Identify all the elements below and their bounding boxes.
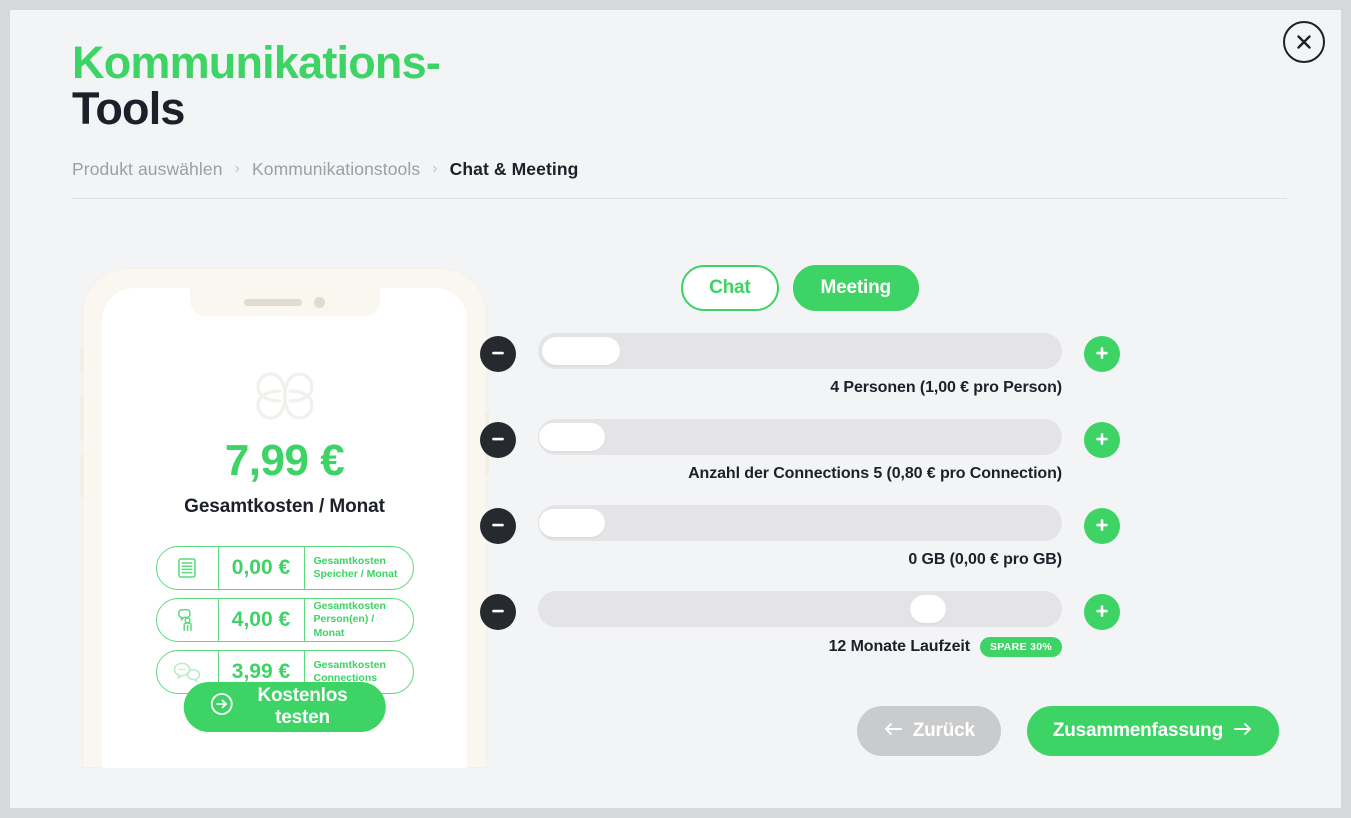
- breadcrumb: Produkt auswählen › Kommunikationstools …: [72, 159, 1287, 180]
- clover-logo-icon: [249, 360, 321, 437]
- cost-value-storage: 0,00 €: [219, 547, 305, 589]
- phone-mute-switch: [80, 346, 84, 372]
- slider-thumb-persons[interactable]: [542, 337, 620, 365]
- minus-circle-icon: [489, 430, 507, 451]
- phone-notch: [189, 288, 380, 316]
- slider-storage: 0 GB (0,00 € pro GB): [538, 505, 1062, 569]
- arrow-right-circle-icon: [209, 692, 233, 722]
- server-storage-icon: [157, 547, 219, 589]
- header: Kommunikations- Tools Produkt auswählen …: [72, 37, 1287, 180]
- discount-badge: SPARE 30%: [979, 637, 1062, 657]
- arrow-left-icon: [883, 720, 903, 742]
- app-panel: Kommunikations- Tools Produkt auswählen …: [10, 10, 1341, 808]
- phone-speaker: [244, 298, 302, 306]
- cost-label-storage-line2: Speicher / Monat: [313, 568, 398, 580]
- phone-volume-up: [80, 396, 84, 440]
- decrement-connections-button[interactable]: [480, 422, 516, 458]
- arrow-right-icon: [1233, 720, 1253, 742]
- breadcrumb-item-kommunikationstools[interactable]: Kommunikationstools: [252, 159, 420, 180]
- increment-connections-button[interactable]: [1084, 422, 1120, 458]
- breadcrumb-item-chat-meeting: Chat & Meeting: [449, 158, 579, 179]
- slider-caption-term-text: 12 Monate Laufzeit: [828, 638, 970, 655]
- person-speech-icon: [157, 599, 219, 641]
- slider-caption-storage: 0 GB (0,00 € pro GB): [538, 551, 1062, 569]
- header-divider: [72, 198, 1287, 199]
- slider-track-connections[interactable]: [538, 419, 1062, 455]
- free-trial-label: Kostenlos testen: [257, 685, 348, 728]
- increment-storage-button[interactable]: [1084, 508, 1120, 544]
- slider-caption-term: 12 Monate Laufzeit SPARE 30%: [538, 637, 1062, 657]
- tab-chat-label: Chat: [709, 277, 751, 298]
- slider-track-storage[interactable]: [538, 505, 1062, 541]
- chevron-right-icon: ›: [234, 160, 240, 178]
- minus-circle-icon: [489, 516, 507, 537]
- decrement-term-button[interactable]: [480, 594, 516, 630]
- page-title-rest: Tools: [72, 83, 185, 135]
- phone-frame: 7,99 € Gesamtkosten / Monat 0,00 € Gesam…: [80, 268, 489, 768]
- plus-circle-icon: [1093, 344, 1111, 365]
- plus-circle-icon: [1093, 602, 1111, 623]
- cost-row-storage: 0,00 € Gesamtkosten Speicher / Monat: [155, 546, 414, 590]
- decrement-storage-button[interactable]: [480, 508, 516, 544]
- plus-circle-icon: [1093, 430, 1111, 451]
- slider-term: 12 Monate Laufzeit SPARE 30%: [538, 591, 1062, 657]
- phone-preview: 7,99 € Gesamtkosten / Monat 0,00 € Gesam…: [80, 268, 489, 768]
- slider-persons: 4 Personen (1,00 € pro Person): [538, 333, 1062, 397]
- phone-camera: [314, 296, 325, 308]
- total-price-caption: Gesamtkosten / Monat: [184, 496, 385, 517]
- cost-label-persons: Gesamtkosten Person(en) / Monat: [305, 599, 413, 641]
- mode-toggle-group: Chat Meeting: [480, 265, 1120, 311]
- minus-circle-icon: [489, 344, 507, 365]
- slider-caption-storage-text: 0 GB (0,00 € pro GB): [908, 551, 1062, 568]
- breadcrumb-item-produkt[interactable]: Produkt auswählen: [72, 159, 223, 180]
- price-block: 7,99 € Gesamtkosten / Monat: [102, 436, 467, 518]
- minus-circle-icon: [489, 602, 507, 623]
- slider-thumb-storage[interactable]: [539, 509, 605, 537]
- increment-persons-button[interactable]: [1084, 336, 1120, 372]
- increment-term-button[interactable]: [1084, 594, 1120, 630]
- slider-row-connections: Anzahl der Connections 5 (0,80 € pro Con…: [480, 419, 1120, 483]
- cost-label-persons-line1: Gesamtkosten: [313, 599, 386, 612]
- slider-row-term: 12 Monate Laufzeit SPARE 30%: [480, 591, 1120, 657]
- configurator: Chat Meeting 4 Personen (1,00 € pro Pers…: [480, 265, 1120, 657]
- slider-row-storage: 0 GB (0,00 € pro GB): [480, 505, 1120, 569]
- page-title: Kommunikations- Tools: [72, 37, 1287, 135]
- cost-label-storage-line1: Gesamtkosten: [313, 554, 386, 567]
- slider-track-persons[interactable]: [538, 333, 1062, 369]
- summary-button[interactable]: Zusammenfassung: [1026, 706, 1279, 756]
- tab-meeting[interactable]: Meeting: [792, 265, 919, 311]
- phone-volume-down: [80, 454, 84, 498]
- cost-value-persons: 4,00 €: [219, 599, 305, 641]
- slider-thumb-connections[interactable]: [539, 423, 605, 451]
- cost-breakdown-list: 0,00 € Gesamtkosten Speicher / Monat 4,0…: [155, 546, 414, 702]
- plus-circle-icon: [1093, 516, 1111, 537]
- tab-chat[interactable]: Chat: [681, 265, 779, 311]
- summary-button-label: Zusammenfassung: [1052, 720, 1223, 741]
- cost-label-connections-line1: Gesamtkosten: [313, 658, 386, 671]
- footer-navigation: Zurück Zusammenfassung: [856, 706, 1279, 756]
- close-icon: [1294, 32, 1314, 52]
- slider-caption-persons-text: 4 Personen (1,00 € pro Person): [830, 379, 1062, 396]
- cost-label-storage: Gesamtkosten Speicher / Monat: [305, 547, 413, 589]
- slider-thumb-term[interactable]: [910, 595, 947, 623]
- back-button[interactable]: Zurück: [856, 706, 1001, 756]
- total-price-value: 7,99 €: [224, 436, 345, 485]
- slider-track-term[interactable]: [538, 591, 1062, 627]
- decrement-persons-button[interactable]: [480, 336, 516, 372]
- tab-meeting-label: Meeting: [820, 277, 892, 298]
- slider-caption-connections: Anzahl der Connections 5 (0,80 € pro Con…: [538, 465, 1062, 483]
- chevron-right-icon: ›: [432, 160, 438, 178]
- slider-caption-persons: 4 Personen (1,00 € pro Person): [538, 379, 1062, 397]
- back-button-label: Zurück: [912, 720, 975, 741]
- page-title-accent: Kommunikations-: [72, 37, 441, 88]
- slider-caption-connections-text: Anzahl der Connections 5 (0,80 € pro Con…: [688, 465, 1062, 482]
- slider-row-persons: 4 Personen (1,00 € pro Person): [480, 333, 1120, 397]
- close-button[interactable]: [1283, 21, 1325, 63]
- cost-row-persons: 4,00 € Gesamtkosten Person(en) / Monat: [155, 598, 414, 642]
- free-trial-button[interactable]: Kostenlos testen: [183, 682, 386, 732]
- slider-connections: Anzahl der Connections 5 (0,80 € pro Con…: [538, 419, 1062, 483]
- cost-label-persons-line2: Person(en) / Monat: [313, 613, 375, 639]
